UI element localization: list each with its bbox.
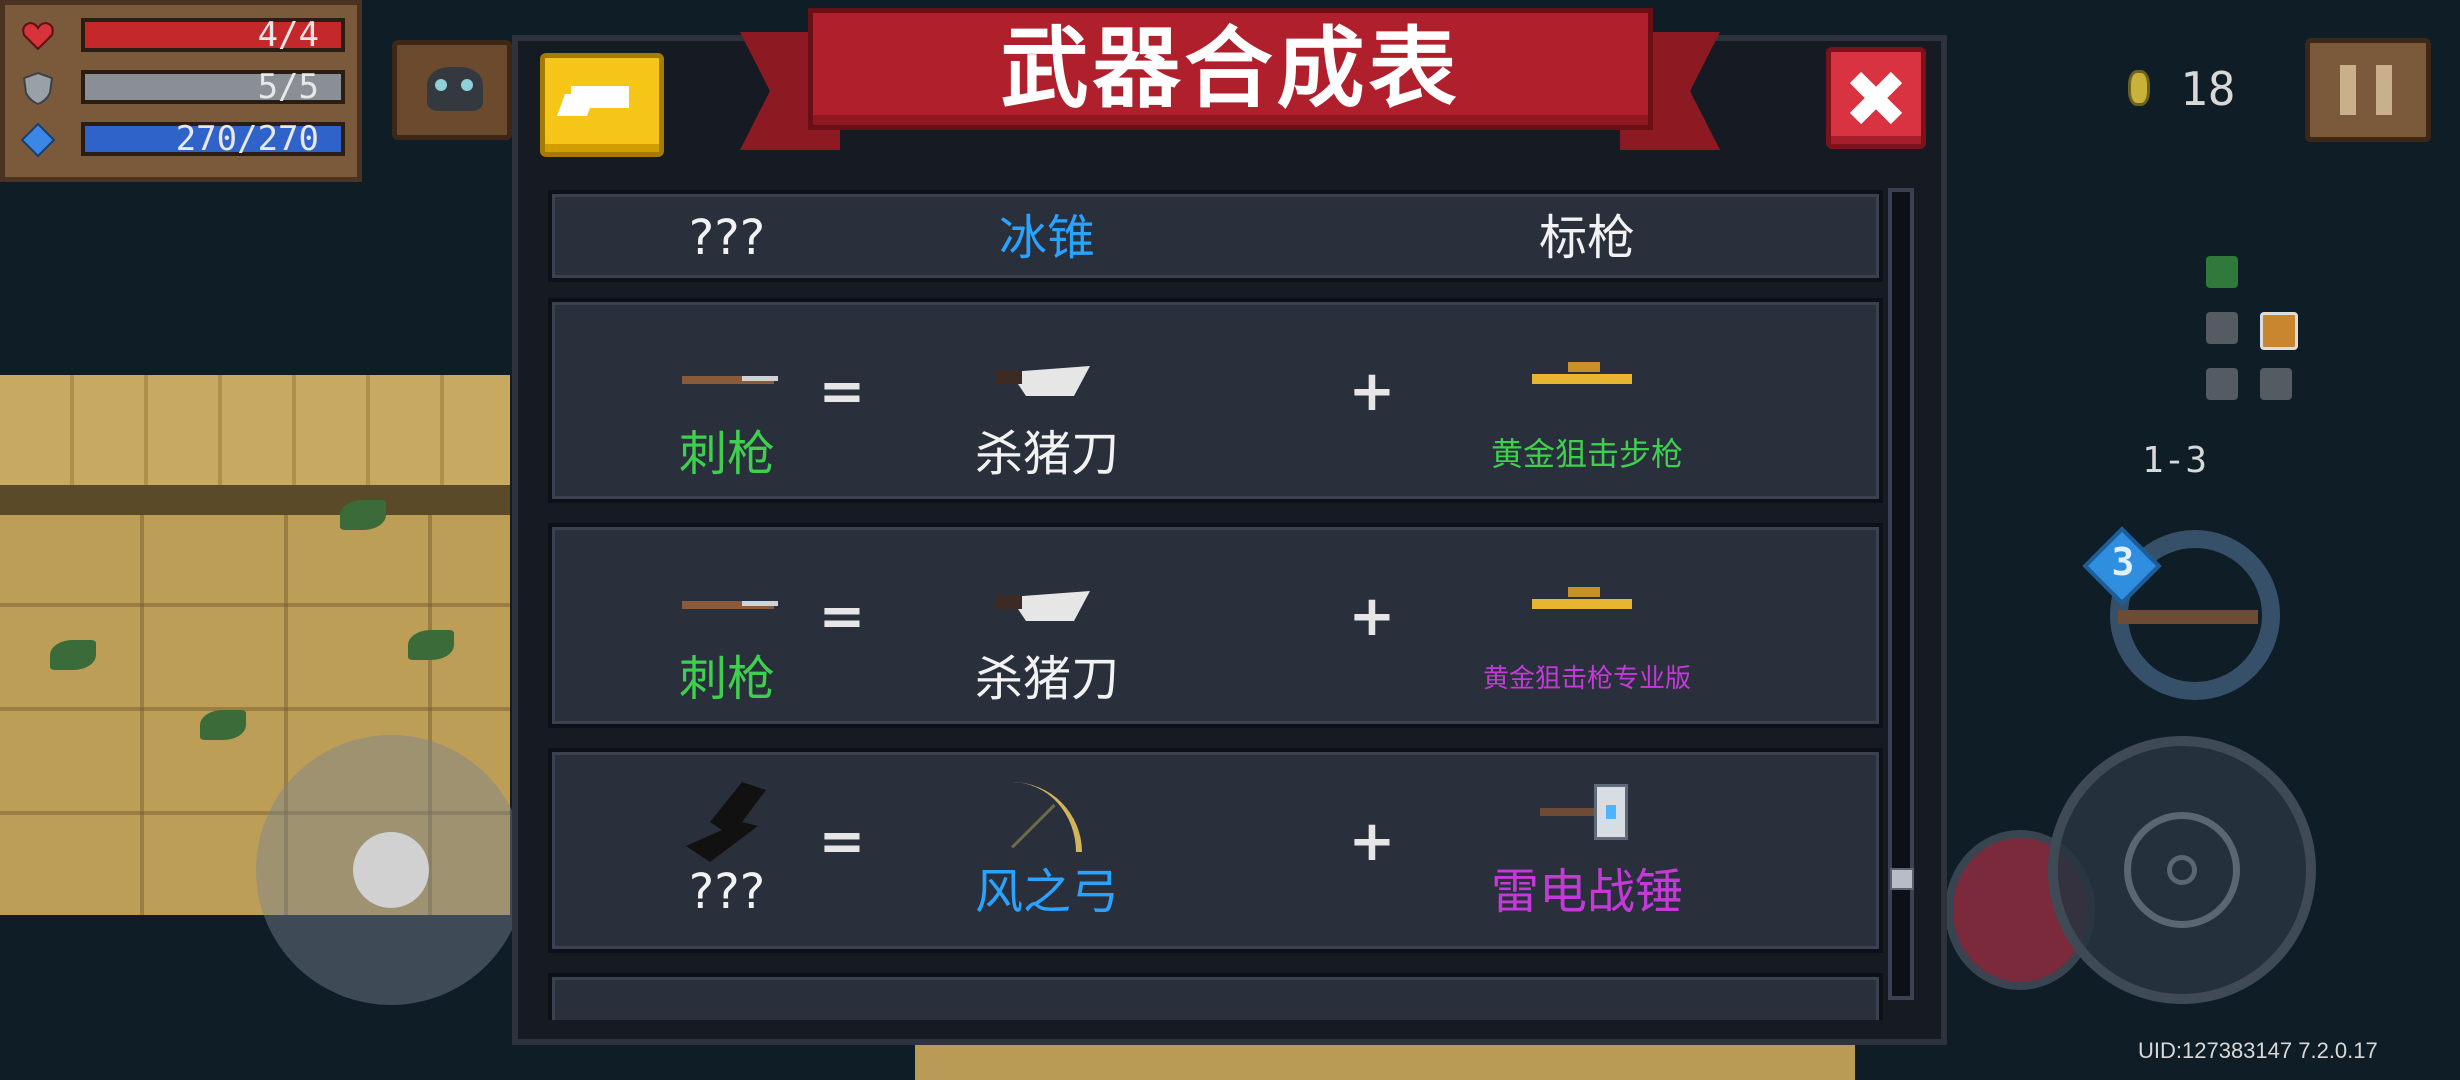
recipe-ingredient-2: 雷电战锤 bbox=[1437, 782, 1737, 922]
character-eye bbox=[461, 79, 473, 91]
plus-sign: + bbox=[1348, 584, 1396, 649]
plus-sign: + bbox=[1348, 359, 1396, 424]
thunder-hammer-icon bbox=[1532, 782, 1642, 862]
pause-icon bbox=[2376, 65, 2392, 115]
recipe-ingredient-2: 黄金狙击步枪 bbox=[1437, 352, 1737, 484]
recipe-row bbox=[548, 973, 1883, 1020]
recipe-ingredient-2: 标枪 bbox=[1437, 208, 1737, 268]
energy-crystal-icon bbox=[21, 123, 55, 157]
ingredient-1-name: 杀猪刀 bbox=[974, 651, 1119, 707]
player-stats-panel: 4/4 5/5 270/270 bbox=[0, 0, 362, 182]
golden-sniper-pro-icon bbox=[1532, 577, 1642, 639]
ingredient-2-name: 黄金狙击枪专业版 bbox=[1482, 664, 1691, 694]
dialog-title: 武器合成表 bbox=[1000, 17, 1461, 120]
dungeon-floor-bottom bbox=[915, 1045, 1855, 1080]
plus-sign: + bbox=[1348, 809, 1396, 874]
wind-bow-icon bbox=[992, 782, 1102, 862]
character-eye bbox=[435, 79, 447, 91]
plant-decoration bbox=[50, 640, 96, 670]
joystick-knob[interactable] bbox=[353, 832, 429, 908]
character-portrait-button[interactable] bbox=[392, 40, 512, 140]
armor-bar: 5/5 bbox=[81, 70, 345, 104]
golden-sniper-rifle-icon bbox=[1532, 352, 1642, 414]
equipped-weapon-icon bbox=[2118, 610, 2258, 624]
ingredient-1-name: 冰锥 bbox=[998, 210, 1095, 266]
dungeon-wall bbox=[0, 375, 510, 485]
recipe-ingredient-1: 风之弓 bbox=[897, 782, 1197, 922]
butcher-knife-icon bbox=[992, 352, 1102, 414]
coin-count: 18 bbox=[2180, 62, 2236, 116]
uid-version-label: UID:127383147 7.2.0.17 bbox=[2138, 1038, 2378, 1063]
scrollbar-thumb[interactable] bbox=[1890, 868, 1914, 890]
plant-decoration bbox=[340, 500, 386, 530]
recipe-row: 刺枪 = 杀猪刀 + 黄金狙击步枪 bbox=[548, 298, 1883, 503]
recipe-ingredient-1: 冰锥 bbox=[897, 208, 1197, 268]
equals-sign: = bbox=[818, 809, 866, 874]
result-name: 刺枪 bbox=[678, 426, 775, 482]
result-name: ??? bbox=[688, 210, 766, 266]
shield-icon bbox=[22, 71, 54, 105]
plant-decoration bbox=[408, 630, 454, 660]
result-name: 刺枪 bbox=[678, 651, 775, 707]
equals-sign: = bbox=[818, 584, 866, 649]
energy-row: 270/270 bbox=[17, 119, 353, 161]
attack-button[interactable] bbox=[2048, 736, 2316, 1004]
armor-row: 5/5 bbox=[17, 67, 353, 109]
minimap-chest-room bbox=[2260, 312, 2298, 350]
title-ribbon: 武器合成表 bbox=[808, 8, 1653, 130]
recipe-row: 刺枪 = 杀猪刀 + 黄金狙击枪专业版 bbox=[548, 523, 1883, 728]
dark-wing-icon bbox=[672, 782, 782, 862]
energy-bar: 270/270 bbox=[81, 122, 345, 156]
recipe-list[interactable]: ??? 冰锥 标枪 刺枪 = 杀猪刀 + 黄金狙击步枪 刺枪 = 杀猪刀 + 黄… bbox=[548, 190, 1883, 1020]
back-button[interactable] bbox=[540, 53, 664, 157]
heart-icon bbox=[22, 21, 54, 51]
minimap-room bbox=[2260, 368, 2292, 400]
ingredient-2-name: 雷电战锤 bbox=[1490, 864, 1683, 920]
ingredient-1-name: 风之弓 bbox=[974, 864, 1119, 920]
coin-icon bbox=[2128, 70, 2150, 106]
ingredient-2-name: 标枪 bbox=[1538, 210, 1635, 266]
recipe-row: ??? = 风之弓 + 雷电战锤 bbox=[548, 748, 1883, 953]
ingredient-2-name: 黄金狙击步枪 bbox=[1490, 435, 1683, 473]
recipe-ingredient-2: 黄金狙击枪专业版 bbox=[1437, 577, 1737, 709]
recipe-ingredient-1: 杀猪刀 bbox=[897, 577, 1197, 709]
recipe-row: ??? 冰锥 标枪 bbox=[548, 190, 1883, 282]
pause-icon bbox=[2340, 65, 2356, 115]
hp-row: 4/4 bbox=[17, 15, 353, 57]
character-face-icon bbox=[427, 67, 483, 111]
recipe-result: ??? bbox=[577, 208, 877, 268]
plant-decoration bbox=[200, 710, 246, 740]
level-label: 1-3 bbox=[2142, 440, 2208, 481]
back-arrow-tip bbox=[556, 94, 596, 116]
energy-cost-value: 3 bbox=[2111, 540, 2135, 584]
pause-button[interactable] bbox=[2305, 38, 2431, 142]
ingredient-1-name: 杀猪刀 bbox=[974, 426, 1119, 482]
bayonet-gun-icon bbox=[672, 577, 782, 639]
recipe-ingredient-1: 杀猪刀 bbox=[897, 352, 1197, 484]
minimap-start-room bbox=[2206, 256, 2238, 288]
butcher-knife-icon bbox=[992, 577, 1102, 639]
crosshair-center bbox=[2167, 855, 2197, 885]
movement-joystick[interactable] bbox=[256, 735, 526, 1005]
minimap-room bbox=[2206, 368, 2238, 400]
close-button[interactable] bbox=[1826, 47, 1926, 149]
minimap-room bbox=[2206, 312, 2238, 344]
recipe-scrollbar[interactable] bbox=[1888, 188, 1914, 1000]
wall-shadow bbox=[0, 485, 510, 515]
hp-bar: 4/4 bbox=[81, 18, 345, 52]
crosshair-icon bbox=[2124, 812, 2240, 928]
equals-sign: = bbox=[818, 359, 866, 424]
bayonet-gun-icon bbox=[672, 352, 782, 414]
